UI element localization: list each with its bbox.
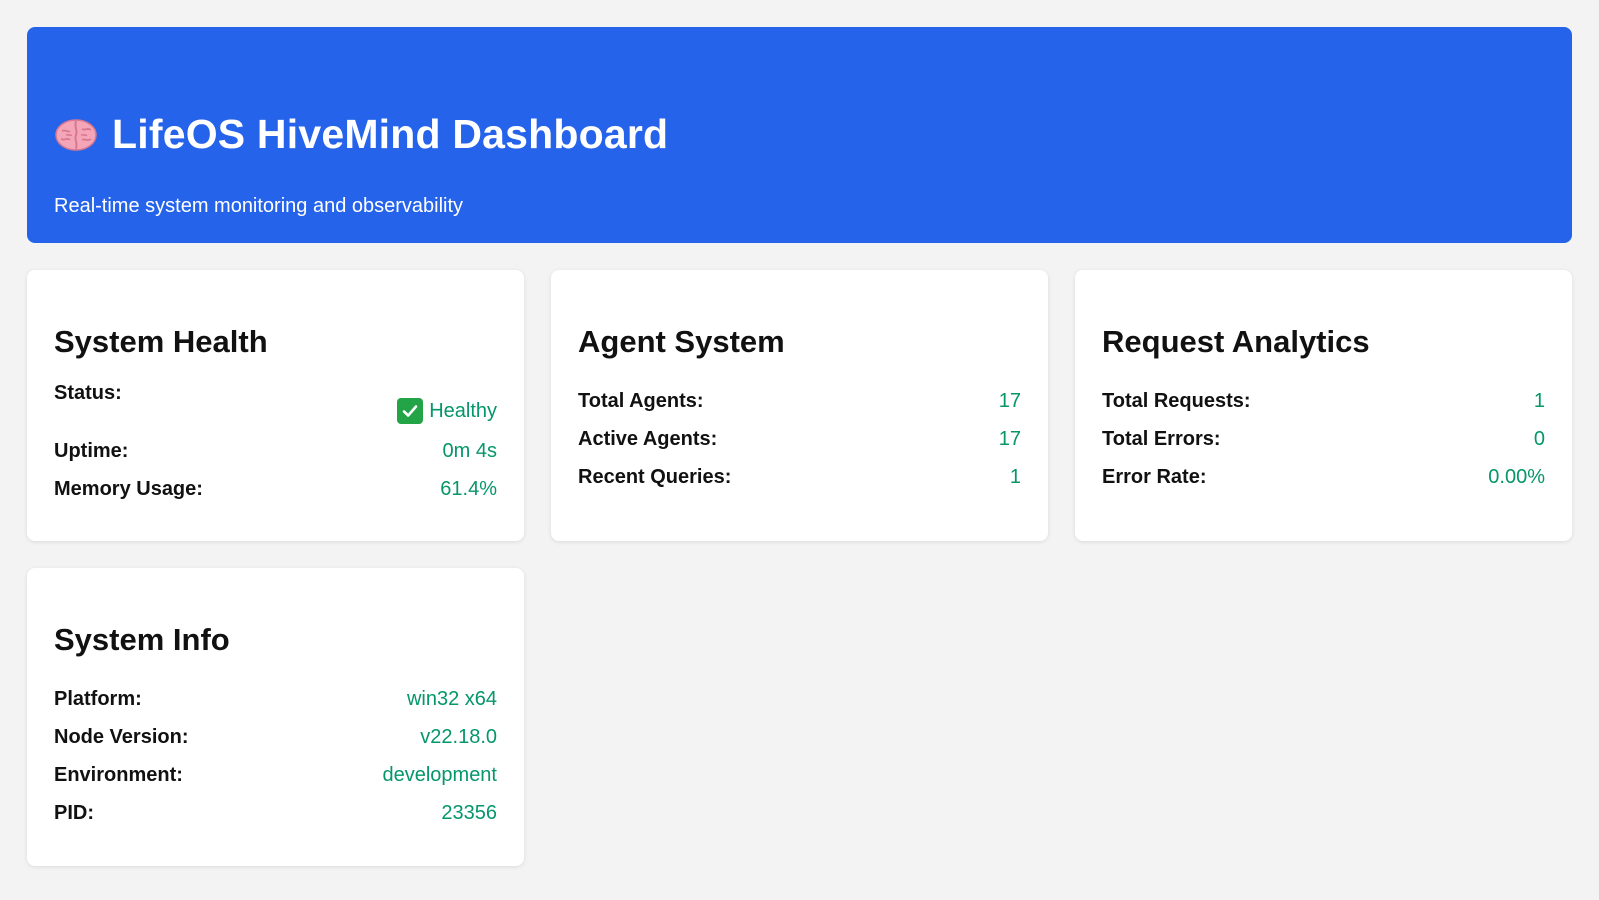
metric-row-total-requests: Total Requests: 1 bbox=[1102, 382, 1545, 420]
card-title: System Health bbox=[54, 324, 268, 359]
metric-list: Total Agents: 17 Active Agents: 17 Recen… bbox=[578, 382, 1021, 496]
metric-row-platform: Platform: win32 x64 bbox=[54, 680, 497, 718]
card-title: Agent System bbox=[578, 324, 785, 359]
metric-row-error-rate: Error Rate: 0.00% bbox=[1102, 458, 1545, 496]
metric-value: 0m 4s bbox=[442, 439, 497, 462]
check-icon bbox=[397, 398, 424, 424]
status-badge: Healthy bbox=[397, 398, 497, 424]
metric-label: Node Version: bbox=[54, 725, 189, 748]
metric-value: 1 bbox=[1533, 389, 1545, 412]
system-info-card: System Info Platform: win32 x64 Node Ver… bbox=[27, 568, 524, 866]
metric-value: 0.00% bbox=[1488, 465, 1545, 488]
metric-list: Status: Healthy Uptime: 0m 4s Memory Usa… bbox=[54, 382, 497, 508]
dashboard-header: LifeOS HiveMind Dashboard Real-time syst… bbox=[27, 27, 1572, 243]
metric-value: v22.18.0 bbox=[420, 725, 497, 748]
metric-label: Uptime: bbox=[54, 439, 129, 462]
metric-row-status: Status: Healthy bbox=[54, 382, 497, 424]
metric-label: Memory Usage: bbox=[54, 477, 203, 500]
metric-value: win32 x64 bbox=[406, 687, 497, 710]
metric-value: Healthy bbox=[429, 399, 497, 422]
metric-row-active-agents: Active Agents: 17 bbox=[578, 420, 1021, 458]
metric-value: 61.4% bbox=[440, 477, 497, 500]
metric-row-pid: PID: 23356 bbox=[54, 794, 497, 832]
metric-label: Error Rate: bbox=[1102, 465, 1207, 488]
metric-row-recent-queries: Recent Queries: 1 bbox=[578, 458, 1021, 496]
metric-label: Status: bbox=[54, 382, 122, 404]
agent-system-card: Agent System Total Agents: 17 Active Age… bbox=[551, 270, 1048, 541]
metric-row-total-agents: Total Agents: 17 bbox=[578, 382, 1021, 420]
metric-row-environment: Environment: development bbox=[54, 756, 497, 794]
brain-icon bbox=[54, 113, 98, 157]
metric-label: Total Errors: bbox=[1102, 427, 1221, 450]
metric-label: PID: bbox=[54, 801, 94, 824]
card-title: Request Analytics bbox=[1102, 324, 1370, 359]
metric-row-total-errors: Total Errors: 0 bbox=[1102, 420, 1545, 458]
metric-value: 17 bbox=[998, 427, 1021, 450]
metric-list: Total Requests: 1 Total Errors: 0 Error … bbox=[1102, 382, 1545, 496]
metric-row-memory: Memory Usage: 61.4% bbox=[54, 470, 497, 508]
metric-value: development bbox=[382, 763, 497, 786]
metric-label: Active Agents: bbox=[578, 427, 718, 450]
metric-label: Recent Queries: bbox=[578, 465, 732, 488]
metric-row-uptime: Uptime: 0m 4s bbox=[54, 432, 497, 470]
metric-label: Total Requests: bbox=[1102, 389, 1251, 412]
request-analytics-card: Request Analytics Total Requests: 1 Tota… bbox=[1075, 270, 1572, 541]
page-title: LifeOS HiveMind Dashboard bbox=[112, 111, 669, 157]
metric-row-node-version: Node Version: v22.18.0 bbox=[54, 718, 497, 756]
card-title: System Info bbox=[54, 622, 230, 657]
metric-value: 0 bbox=[1533, 427, 1545, 450]
metric-list: Platform: win32 x64 Node Version: v22.18… bbox=[54, 680, 497, 832]
metric-label: Platform: bbox=[54, 687, 142, 710]
metric-label: Environment: bbox=[54, 763, 183, 786]
metric-label: Total Agents: bbox=[578, 389, 704, 412]
metric-value: 23356 bbox=[441, 801, 497, 824]
page-subtitle: Real-time system monitoring and observab… bbox=[54, 195, 464, 217]
metric-value: 1 bbox=[1009, 465, 1021, 488]
metric-value: 17 bbox=[998, 389, 1021, 412]
system-health-card: System Health Status: Healthy Uptime: 0m… bbox=[27, 270, 524, 541]
header-title-row: LifeOS HiveMind Dashboard bbox=[54, 111, 668, 158]
